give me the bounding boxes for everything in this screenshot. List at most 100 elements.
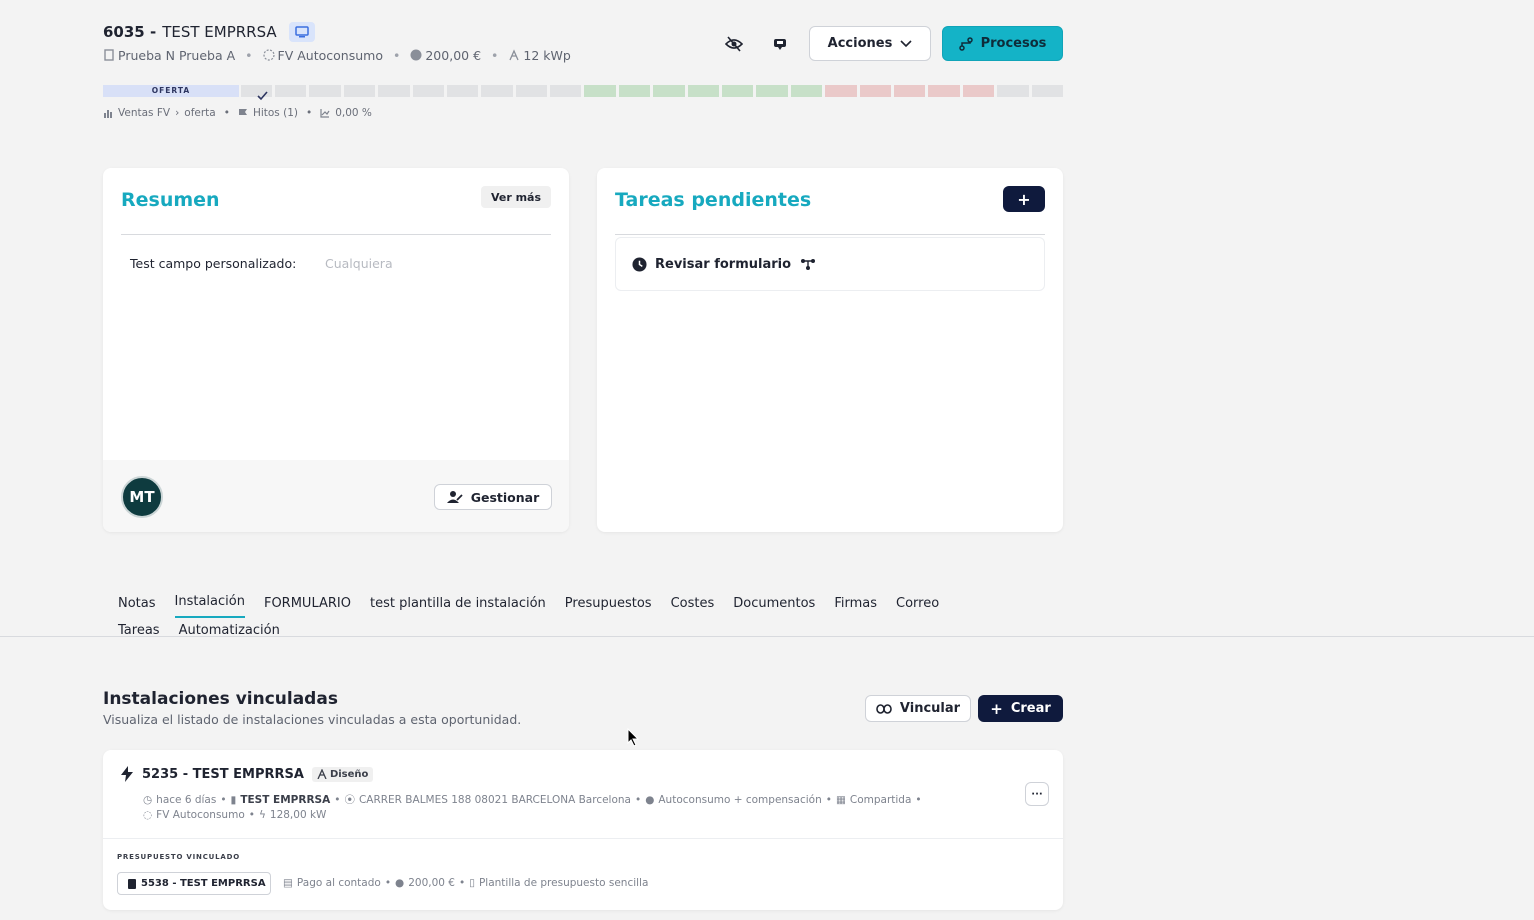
- pipeline-segment[interactable]: [1031, 85, 1063, 97]
- installation-address: CARRER BALMES 188 08021 BARCELONA Barcel…: [358, 793, 631, 806]
- pipeline-stage[interactable]: oferta: [184, 107, 215, 119]
- installation-mode: Autoconsumo + compensación: [658, 793, 822, 806]
- globe-icon: ●: [645, 793, 655, 806]
- pipeline-segment[interactable]: [962, 85, 995, 97]
- document-icon: [128, 878, 136, 889]
- summary-divider: [121, 234, 551, 235]
- budget-meta: ▤ Pago al contado • ● 200,00 € • ▯ Plantilla …: [283, 877, 649, 889]
- task-item[interactable]: Revisar formulario: [615, 237, 1045, 291]
- pipeline-segment[interactable]: [481, 85, 513, 97]
- tab-presupuestos[interactable]: Presupuestos: [565, 591, 652, 616]
- pipeline-segment[interactable]: [515, 85, 548, 97]
- pipeline-segment[interactable]: [928, 85, 960, 97]
- summary-card: Resumen Ver más Test campo personalizado…: [103, 168, 569, 532]
- pipeline-segment[interactable]: [790, 85, 823, 97]
- plus-icon: +: [990, 699, 1003, 718]
- installation-shared: Compartida: [849, 793, 912, 806]
- tab-test-plantilla-de-instalación[interactable]: test plantilla de instalación: [370, 591, 546, 616]
- installation-status-badge: Diseño: [311, 766, 374, 782]
- custom-field-value[interactable]: Cualquiera: [325, 256, 393, 271]
- pipeline-segment[interactable]: [756, 85, 788, 97]
- pipeline-segment[interactable]: [446, 85, 479, 97]
- tab-instalación[interactable]: Instalación: [174, 589, 245, 618]
- tab-costes[interactable]: Costes: [671, 591, 715, 616]
- installation-power: 128,00 kW: [269, 809, 327, 821]
- tasks-card: Tareas pendientes + Revisar formulario: [597, 168, 1063, 532]
- avatar[interactable]: MT: [121, 476, 163, 518]
- opportunity-number: 6035 -: [103, 23, 157, 41]
- pipeline-segment[interactable]: [378, 85, 410, 97]
- hide-eye-icon[interactable]: [722, 32, 746, 56]
- pipeline-segment[interactable]: [653, 85, 685, 97]
- create-label: Crear: [1010, 701, 1051, 716]
- detail-tabs: Notas Instalación FORMULARIO test plantilla…: [118, 589, 1018, 643]
- task-label: Revisar formulario: [655, 256, 792, 272]
- pipeline-segment[interactable]: [687, 85, 720, 97]
- link-label: Vincular: [899, 701, 961, 716]
- pipeline-name[interactable]: Ventas FV: [118, 107, 170, 119]
- sun-icon: [262, 49, 275, 61]
- chevron-down-icon: [900, 39, 912, 47]
- pipeline-segment[interactable]: [343, 85, 376, 97]
- processes-label: Procesos: [980, 36, 1047, 51]
- installation-card[interactable]: 5235 - TEST EMPRRSA Diseño ◷ hace 6 días •…: [103, 750, 1063, 910]
- tab-firmas[interactable]: Firmas: [834, 591, 877, 616]
- create-button[interactable]: + Crear: [978, 695, 1063, 722]
- add-task-button[interactable]: +: [1003, 186, 1045, 212]
- tab-automatización[interactable]: Automatización: [179, 618, 280, 643]
- breadcrumb-separator: ›: [175, 107, 180, 119]
- pipeline-segment[interactable]: [722, 85, 754, 97]
- progress-percent: 0,00 %: [335, 107, 372, 119]
- link-button[interactable]: Vincular: [865, 695, 971, 722]
- clock-icon: [632, 256, 647, 272]
- milestones-count[interactable]: Hitos (1): [253, 107, 298, 119]
- actions-dropdown[interactable]: Acciones: [809, 26, 931, 61]
- pipeline-segment[interactable]: [550, 85, 582, 97]
- pipeline-segment[interactable]: [309, 85, 341, 97]
- flag-icon: [238, 109, 247, 118]
- pipeline-segment[interactable]: [412, 85, 444, 97]
- sun-small-icon: ◌: [143, 809, 153, 821]
- tab-notas[interactable]: Notas: [118, 591, 156, 616]
- budget-heading: PRESUPUESTO VINCULADO: [117, 853, 240, 861]
- pipeline-segment[interactable]: [997, 85, 1029, 97]
- tab-correo[interactable]: Correo: [896, 591, 939, 616]
- chat-icon[interactable]: [768, 32, 792, 56]
- trend-icon: [320, 109, 330, 118]
- user-edit-icon: [446, 491, 463, 503]
- meta-amount: 200,00 €: [410, 48, 481, 63]
- pipeline-segment[interactable]: [825, 85, 857, 97]
- more-options-button[interactable]: ···: [1025, 782, 1049, 806]
- pipeline-segment[interactable]: [618, 85, 651, 97]
- installation-time: hace 6 días: [156, 793, 217, 806]
- tab-tareas[interactable]: Tareas: [118, 618, 160, 643]
- stage-check-icon: [257, 86, 268, 105]
- tab-formulario[interactable]: FORMULARIO: [264, 591, 351, 616]
- budget-chip[interactable]: 5538 - TEST EMPRRSA: [117, 872, 271, 895]
- chart-bars-icon: [104, 110, 112, 118]
- pipeline-segment[interactable]: [584, 85, 616, 97]
- opportunity-name: TEST EMPRRSA: [162, 23, 277, 41]
- processes-button[interactable]: Procesos: [942, 26, 1063, 61]
- installation-divider: [103, 838, 1063, 839]
- see-more-button[interactable]: Ver más: [481, 186, 551, 208]
- budget-amount: 200,00 €: [408, 877, 455, 889]
- mouse-cursor-icon: [627, 727, 640, 751]
- manage-button[interactable]: Gestionar: [434, 484, 552, 510]
- installation-title[interactable]: 5235 - TEST EMPRRSA: [142, 767, 304, 782]
- meta-type: FV Autoconsumo: [262, 48, 383, 63]
- monitor-badge-icon[interactable]: [288, 22, 315, 42]
- pipeline-segment[interactable]: [859, 85, 891, 97]
- pipeline-info: Ventas FV › oferta • Hitos (1) • 0,00 %: [103, 107, 372, 119]
- coin-small-icon: ●: [395, 877, 405, 889]
- pipeline-stage-label[interactable]: OFERTA: [103, 85, 239, 97]
- cash-icon: ▤: [283, 877, 293, 889]
- custom-field-label: Test campo personalizado:: [130, 256, 297, 271]
- coin-icon: [410, 49, 422, 61]
- pipeline-segment[interactable]: [893, 85, 926, 97]
- pipeline-segment[interactable]: [274, 85, 307, 97]
- flow-icon: [958, 36, 973, 51]
- tab-documentos[interactable]: Documentos: [733, 591, 815, 616]
- tabs-divider: [0, 636, 1534, 637]
- building-small-icon: ▮: [230, 793, 237, 806]
